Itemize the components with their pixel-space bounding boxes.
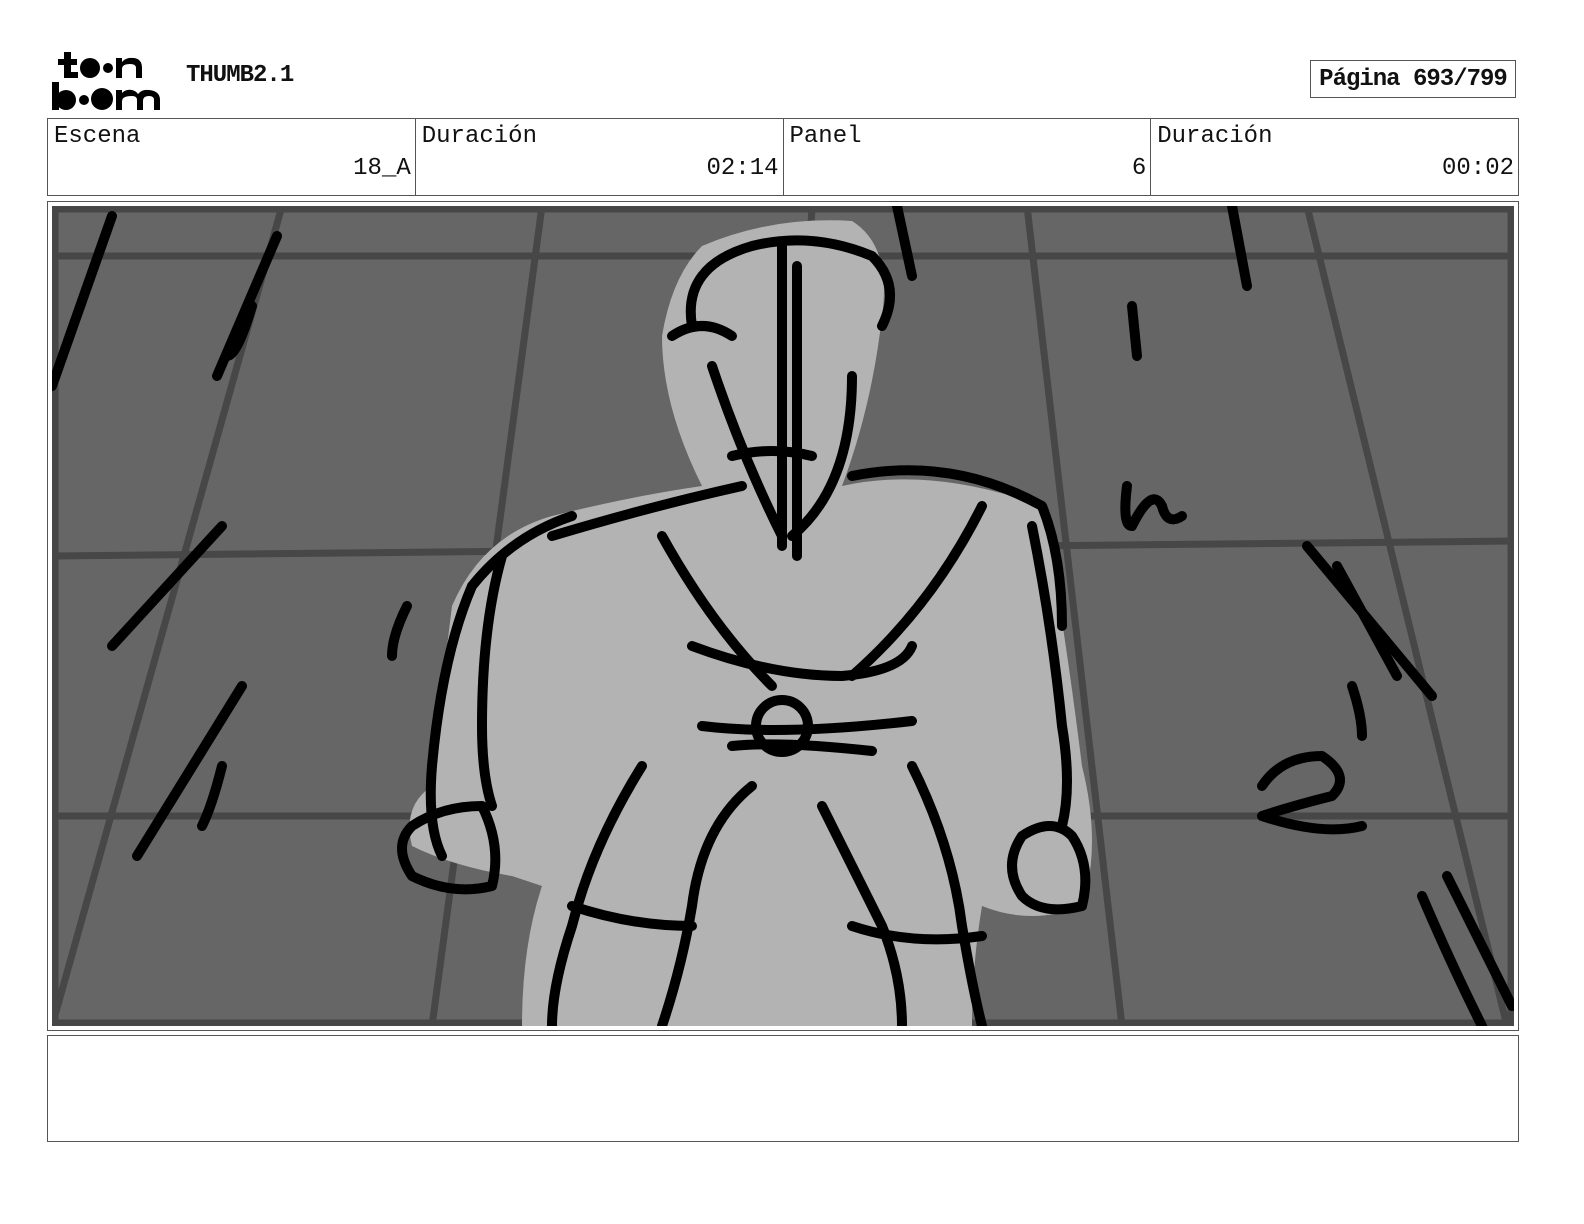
panel-value: 6	[1131, 155, 1147, 182]
scene-duration-value: 02:14	[706, 155, 779, 182]
storyboard-sketch-image	[52, 206, 1514, 1026]
panel-duration-cell: Duración 00:02	[1151, 119, 1518, 195]
scene-duration-cell: Duración 02:14	[416, 119, 784, 195]
scene-duration-label: Duración	[421, 123, 537, 150]
panel-notes-box	[47, 1035, 1519, 1142]
panel-label: Panel	[789, 123, 862, 150]
scene-value: 18_A	[353, 155, 411, 182]
page-number: Página 693/799	[1310, 60, 1516, 98]
panel-duration-label: Duración	[1157, 123, 1273, 150]
panel-frame	[47, 201, 1519, 1031]
document-title: THUMB2.1	[186, 62, 294, 89]
panel-cell: Panel 6	[784, 119, 1152, 195]
panel-duration-value: 00:02	[1441, 155, 1514, 182]
scene-info-row: Escena 18_A Duración 02:14 Panel 6 Durac…	[47, 118, 1519, 196]
scene-label: Escena	[54, 123, 141, 150]
scene-cell: Escena 18_A	[48, 119, 416, 195]
toon-boom-logo	[50, 50, 164, 112]
